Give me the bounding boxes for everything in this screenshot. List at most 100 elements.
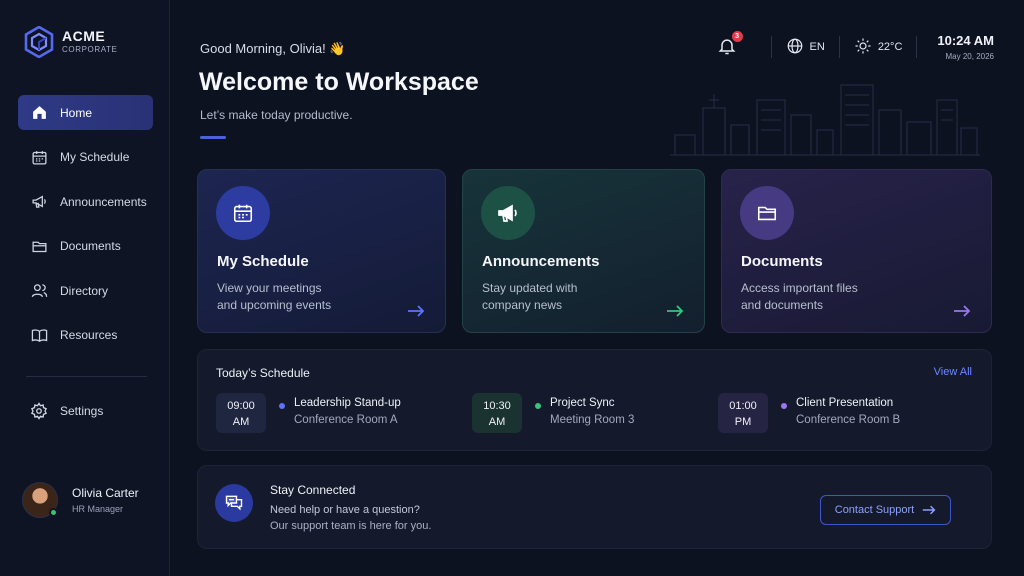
globe-icon — [786, 37, 804, 58]
top-bar: 3 EN 22°C 10:24 AM May 20, 2026 — [717, 30, 994, 64]
contact-support-button[interactable]: Contact Support — [820, 495, 951, 525]
profile-role: HR Manager — [72, 504, 124, 514]
card-icon-circle — [740, 186, 794, 240]
support-text: Need help or have a question? — [270, 504, 420, 516]
arrow-right-icon — [923, 505, 936, 515]
card-description: Access important files and documents — [741, 280, 901, 314]
arrow-right-icon — [667, 305, 684, 317]
event-name: Leadership Stand-up — [294, 397, 401, 409]
sidebar-item-label: Documents — [60, 239, 121, 253]
event-name: Project Sync — [550, 397, 615, 409]
card-description-line: Access important files — [741, 281, 858, 295]
event-name: Client Presentation — [796, 397, 894, 409]
temperature: 22°C — [877, 41, 903, 53]
support-text: Our support team is here for you. — [270, 520, 432, 532]
card-description-line: and upcoming events — [217, 298, 332, 312]
event-time-ampm: AM — [232, 416, 250, 428]
avatar — [22, 482, 58, 518]
card-title: My Schedule — [217, 253, 309, 270]
brand-name: ACME — [62, 28, 106, 44]
sidebar-item-label: Home — [60, 105, 93, 120]
event-time: 10:30 AM — [472, 393, 522, 433]
card-title: Announcements — [482, 253, 600, 270]
brand[interactable]: ACME CORPORATE — [24, 26, 117, 58]
profile-name: Olivia Carter — [72, 486, 139, 500]
card-description-line: View your meetings — [217, 281, 322, 295]
arrow-right-icon — [408, 305, 425, 317]
weather-widget[interactable]: 22°C — [854, 37, 903, 58]
event-color-dot — [279, 403, 285, 409]
calendar-icon — [30, 148, 48, 166]
schedule-event[interactable]: 09:00 AM Leadership Stand-up Conference … — [216, 393, 401, 433]
brand-subtitle: CORPORATE — [62, 45, 118, 54]
schedule-event[interactable]: 10:30 AM Project Sync Meeting Room 3 — [472, 393, 634, 433]
clock: 10:24 AM May 20, 2026 — [937, 33, 994, 61]
sidebar-nav: Home My Schedule Announcements Documents… — [18, 95, 153, 362]
event-color-dot — [781, 403, 787, 409]
event-time-value: 10:30 — [483, 400, 511, 412]
support-title: Stay Connected — [270, 483, 356, 497]
sidebar-item-label: Resources — [60, 328, 118, 342]
user-profile[interactable]: Olivia Carter HR Manager — [22, 482, 139, 518]
sidebar-item-directory[interactable]: Directory — [18, 273, 153, 308]
schedule-event[interactable]: 01:00 PM Client Presentation Conference … — [718, 393, 900, 433]
card-my-schedule[interactable]: My Schedule View your meetings and upcom… — [197, 169, 446, 333]
view-all-link[interactable]: View All — [934, 366, 972, 378]
section-title: Today’s Schedule — [216, 366, 310, 380]
gear-icon — [30, 401, 48, 420]
notifications-button[interactable]: 3 — [717, 31, 743, 58]
acme-logo-icon — [24, 26, 54, 58]
event-time-value: 09:00 — [227, 400, 255, 412]
home-icon — [30, 104, 48, 122]
support-panel: Stay Connected Need help or have a quest… — [197, 465, 992, 549]
todays-schedule-panel: Today’s Schedule View All 09:00 AM Leade… — [197, 349, 992, 451]
sidebar-item-settings[interactable]: Settings — [18, 393, 153, 428]
card-description: Stay updated with company news — [482, 280, 642, 314]
chat-icon — [215, 484, 253, 522]
current-date: May 20, 2026 — [945, 52, 994, 61]
event-room: Conference Room B — [796, 414, 901, 426]
arrow-right-icon — [954, 305, 971, 317]
sun-icon — [854, 37, 872, 58]
calendar-icon — [233, 204, 253, 223]
book-icon — [30, 326, 48, 344]
sidebar-item-home[interactable]: Home — [18, 95, 153, 130]
notification-badge: 3 — [731, 31, 743, 42]
event-time-ampm: AM — [488, 416, 506, 428]
event-time: 09:00 AM — [216, 393, 266, 433]
card-documents[interactable]: Documents Access important files and doc… — [721, 169, 992, 333]
event-time-ampm: PM — [734, 416, 752, 428]
card-description-line: company news — [482, 298, 563, 312]
event-time-value: 01:00 — [729, 400, 757, 412]
card-icon-circle — [216, 186, 270, 240]
sidebar-divider — [26, 376, 147, 377]
card-title: Documents — [741, 253, 823, 270]
sidebar-item-label: Announcements — [60, 194, 147, 209]
event-color-dot — [535, 403, 541, 409]
sidebar-item-label: Settings — [60, 403, 104, 418]
language-selector[interactable]: EN — [786, 37, 825, 58]
sidebar-item-documents[interactable]: Documents — [18, 229, 153, 264]
megaphone-icon — [30, 193, 48, 211]
title-accent-bar — [200, 136, 226, 139]
divider — [770, 36, 772, 58]
greeting: Good Morning, Olivia! 👋 — [200, 41, 346, 56]
current-time: 10:24 AM — [937, 33, 994, 48]
card-description: View your meetings and upcoming events — [217, 280, 377, 314]
sidebar-item-announcements[interactable]: Announcements — [18, 184, 153, 219]
language-label: EN — [809, 41, 825, 53]
card-announcements[interactable]: Announcements Stay updated with company … — [462, 169, 705, 333]
page-title: Welcome to Workspace — [199, 68, 479, 96]
sidebar: ACME CORPORATE Home My Schedule Announce… — [0, 0, 170, 576]
card-icon-circle — [481, 186, 535, 240]
sidebar-item-resources[interactable]: Resources — [18, 318, 153, 353]
users-icon — [30, 282, 48, 300]
card-description-line: Stay updated with — [482, 281, 578, 295]
sidebar-item-my-schedule[interactable]: My Schedule — [18, 140, 153, 175]
button-label: Contact Support — [834, 504, 915, 516]
card-description-line: and documents — [741, 298, 824, 312]
divider — [838, 36, 840, 58]
event-room: Conference Room A — [294, 414, 398, 426]
folder-icon — [757, 206, 777, 221]
divider — [916, 36, 918, 58]
